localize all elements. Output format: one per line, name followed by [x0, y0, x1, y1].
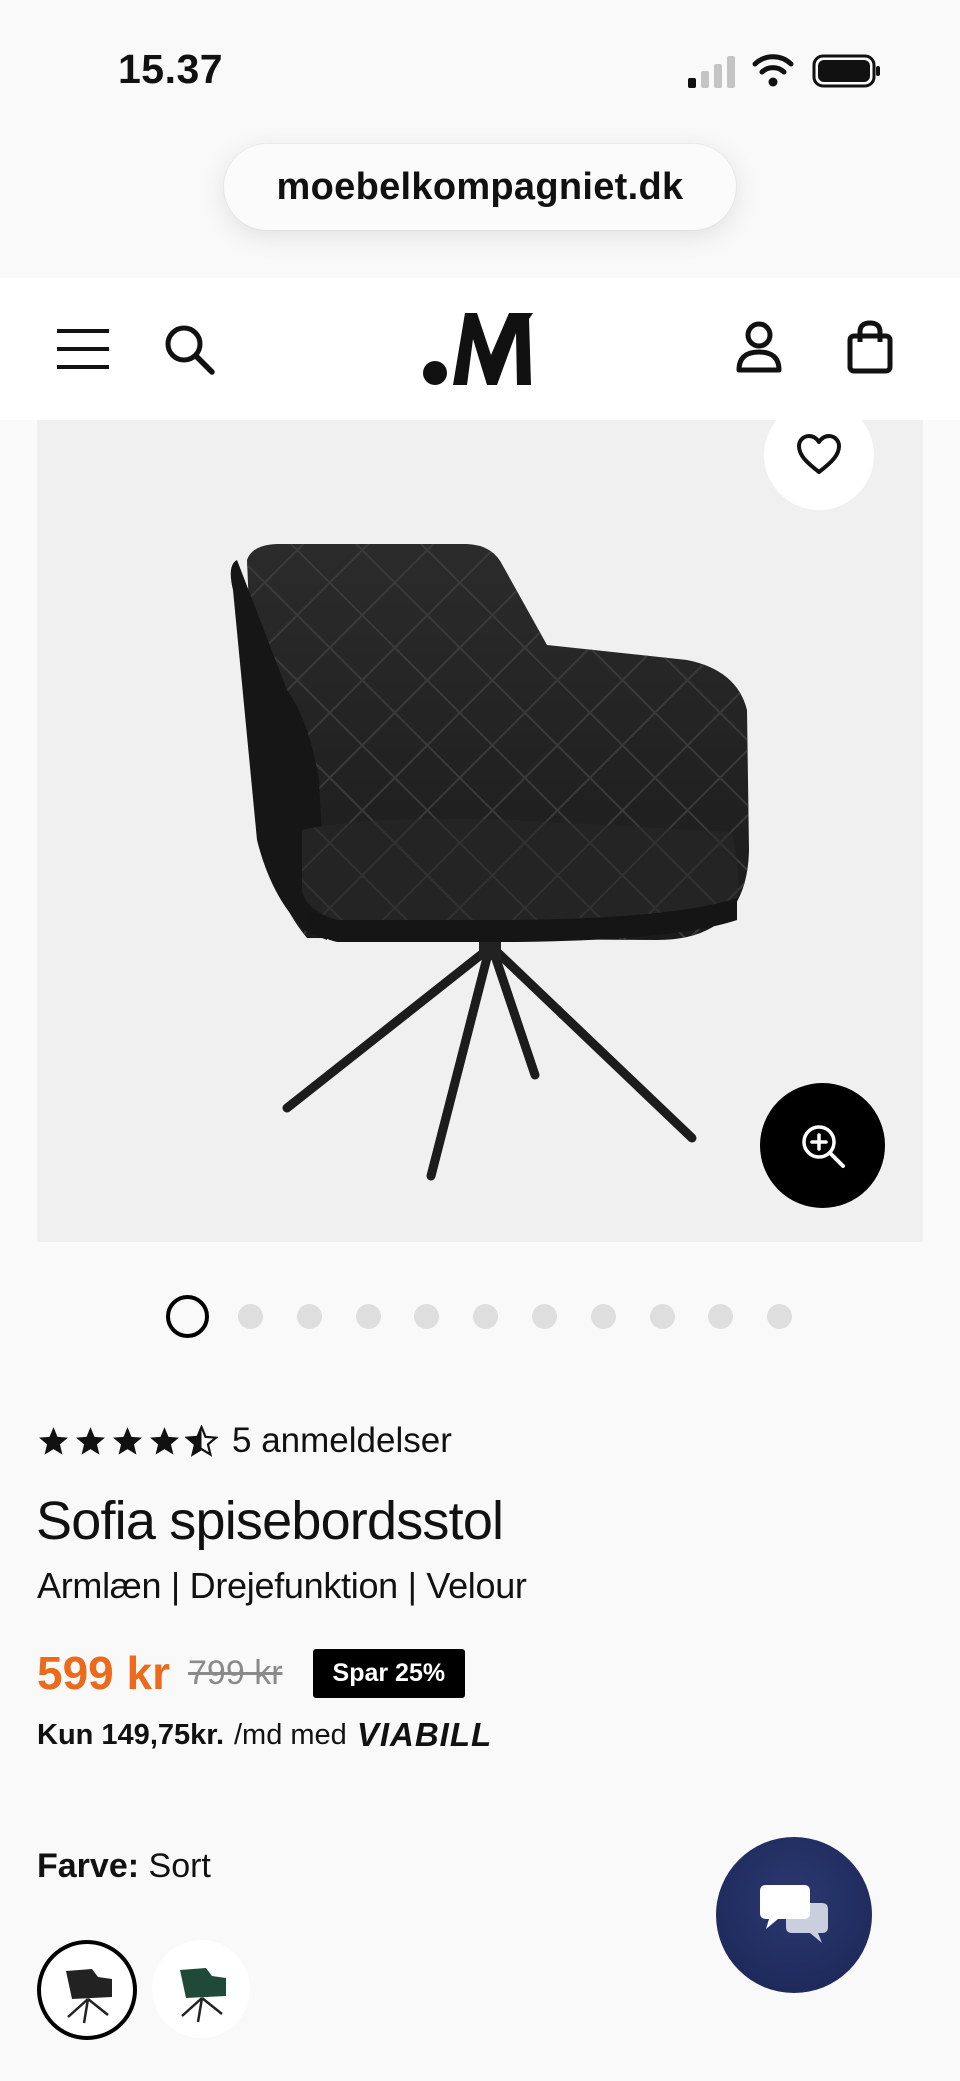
chat-bubbles-icon [760, 1885, 828, 1943]
moebelkompagniet-logo[interactable] [420, 304, 542, 394]
color-value: Sort [148, 1847, 211, 1885]
status-time: 15.37 [118, 46, 224, 92]
star-full-icon [113, 1426, 142, 1455]
viabill-logo: VIABILL [356, 1716, 493, 1753]
carousel-dot[interactable] [649, 1303, 675, 1329]
installment-amount: Kun 149,75kr. [37, 1718, 224, 1751]
chair-thumbnail-green [180, 1968, 226, 2023]
star-full-icon [150, 1426, 179, 1455]
price-row: 599 kr 799 kr Spar 25% [37, 1643, 466, 1703]
color-swatch-black[interactable] [37, 1940, 137, 2040]
hamburger-menu-icon[interactable] [52, 318, 114, 380]
status-bar: 15.37 [0, 0, 960, 140]
product-title: Sofia spisebordsstol [36, 1491, 504, 1551]
old-price: 799 kr [188, 1653, 283, 1692]
carousel-dot[interactable] [531, 1303, 557, 1329]
rating-row[interactable]: 5 anmeldelser [37, 1416, 452, 1466]
image-carousel-dots [166, 1294, 826, 1338]
carousel-dot[interactable] [355, 1303, 381, 1329]
chat-button[interactable] [716, 1837, 872, 1993]
carousel-dot[interactable] [166, 1294, 209, 1338]
star-full-icon [39, 1426, 68, 1455]
star-rating [37, 1424, 222, 1458]
discount-badge: Spar 25% [312, 1648, 466, 1698]
wishlist-button[interactable] [764, 400, 874, 510]
carousel-dot[interactable] [473, 1303, 499, 1329]
star-half-icon [185, 1424, 218, 1457]
current-price: 599 kr [37, 1647, 171, 1699]
installment-info[interactable]: Kun 149,75kr. /md med VIABILL [37, 1712, 492, 1758]
zoom-in-icon [801, 1124, 845, 1168]
color-swatch-green[interactable] [152, 1940, 250, 2038]
carousel-dot[interactable] [767, 1303, 793, 1329]
carousel-dot[interactable] [238, 1303, 263, 1329]
url-text: moebelkompagniet.dk [276, 165, 684, 208]
shopping-bag-icon[interactable] [838, 314, 902, 380]
carousel-dot[interactable] [590, 1303, 616, 1329]
wifi-icon [752, 54, 794, 87]
heart-icon [797, 434, 841, 474]
color-label: Farve: Sort [37, 1847, 211, 1886]
carousel-dot[interactable] [414, 1303, 440, 1329]
carousel-dot[interactable] [708, 1303, 734, 1329]
site-header [0, 278, 960, 420]
installment-text: /md med [234, 1718, 347, 1751]
color-label-key: Farve: [37, 1847, 140, 1885]
signal-strength-icon [688, 56, 735, 88]
battery-icon [812, 54, 880, 88]
user-icon[interactable] [728, 314, 790, 380]
search-icon[interactable] [158, 318, 220, 380]
zoom-button[interactable] [760, 1083, 885, 1208]
carousel-dot[interactable] [296, 1303, 322, 1329]
chair-thumbnail-black [66, 1969, 112, 2024]
review-count[interactable]: 5 anmeldelser [232, 1421, 452, 1461]
product-subtitle: Armlæn | Drejefunktion | Velour [37, 1565, 527, 1606]
browser-url-bar[interactable]: moebelkompagniet.dk [224, 144, 736, 230]
star-full-icon [76, 1426, 105, 1455]
